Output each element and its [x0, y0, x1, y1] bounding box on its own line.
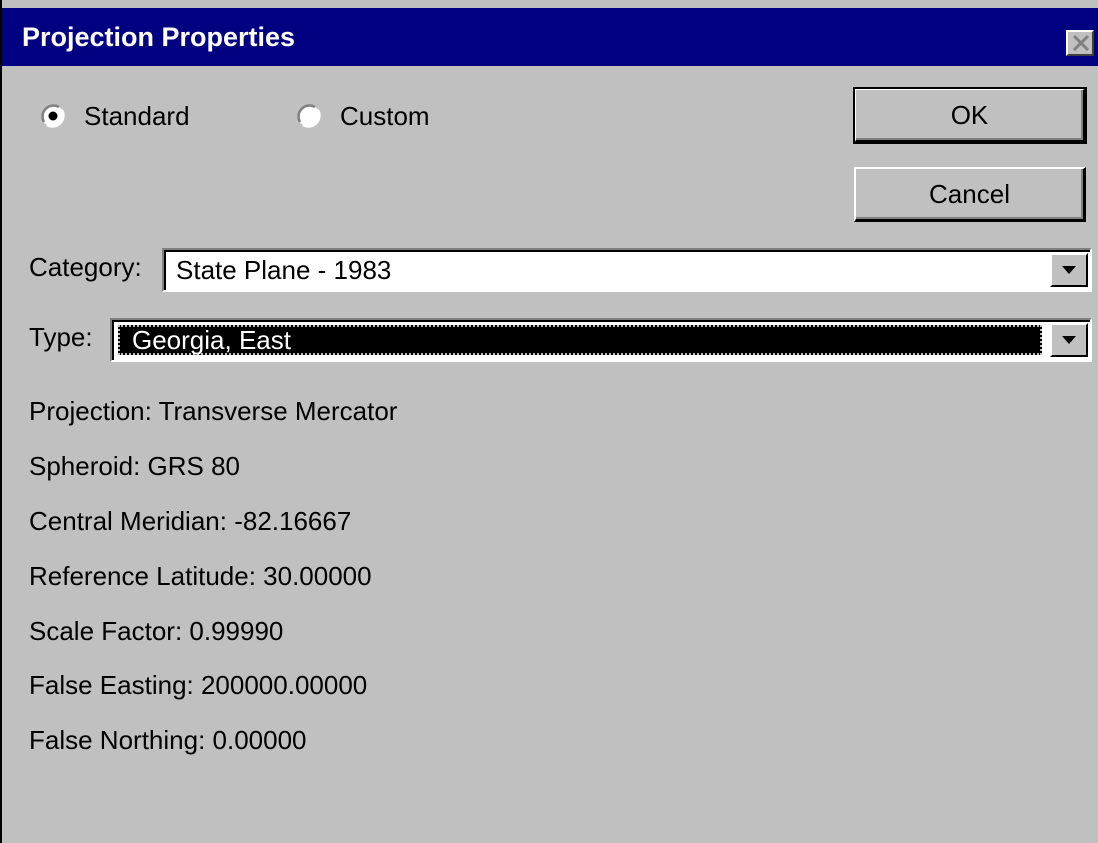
type-label: Type: [29, 322, 93, 352]
dropdown-arrow-icon [1062, 336, 1076, 344]
radio-custom-label: Custom [340, 100, 430, 131]
projection-text: Projection: Transverse Mercator [29, 396, 398, 426]
radio-checked-icon [41, 104, 65, 128]
spheroid-text: Spheroid: GRS 80 [29, 451, 241, 481]
type-value: Georgia, East [132, 325, 291, 355]
radio-standard[interactable]: Standard [40, 96, 190, 136]
central-meridian-text: Central Meridian: -82.16667 [29, 506, 352, 536]
category-select[interactable]: State Plane - 1983 [162, 248, 1092, 292]
category-value: State Plane - 1983 [176, 255, 392, 285]
type-selection-highlight: Georgia, East [118, 325, 1042, 355]
close-x-icon [1072, 34, 1090, 52]
false-easting-text: False Easting: 200000.00000 [29, 670, 368, 700]
window-title: Projection Properties [22, 22, 296, 52]
reference-latitude-text: Reference Latitude: 30.00000 [29, 561, 372, 591]
radio-custom[interactable]: Custom [296, 96, 430, 136]
cancel-button[interactable]: Cancel [854, 167, 1086, 222]
title-bar[interactable]: Projection Properties [2, 8, 1098, 66]
false-northing-text: False Northing: 0.00000 [29, 725, 307, 755]
dropdown-arrow-icon [1062, 266, 1076, 274]
type-dropdown-button[interactable] [1050, 323, 1088, 357]
radio-unchecked-icon [297, 104, 321, 128]
category-label: Category: [29, 252, 142, 282]
close-button[interactable] [1066, 30, 1094, 56]
ok-button[interactable]: OK [853, 87, 1087, 144]
category-dropdown-button[interactable] [1050, 253, 1088, 287]
radio-standard-label: Standard [84, 100, 190, 131]
type-select[interactable]: Georgia, East [110, 318, 1092, 362]
projection-properties-dialog: Projection Properties Standard Custom OK… [0, 0, 1098, 843]
scale-factor-text: Scale Factor: 0.99990 [29, 616, 284, 646]
